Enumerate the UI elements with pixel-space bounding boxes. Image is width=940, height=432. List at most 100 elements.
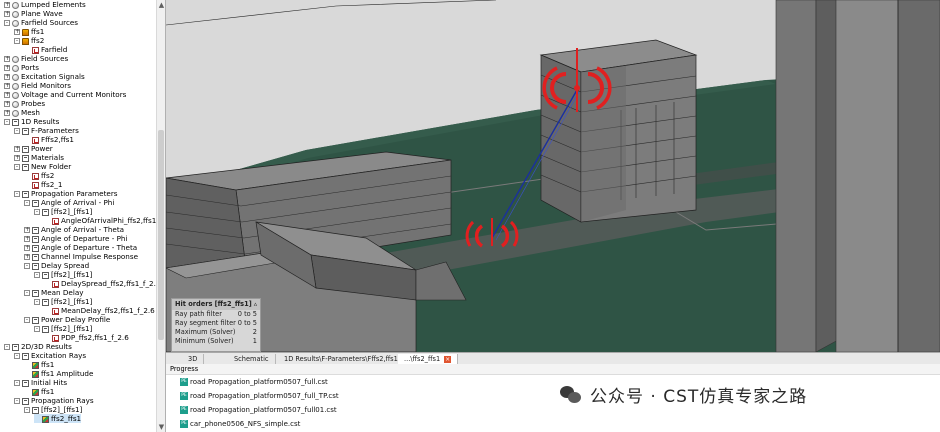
collapse-icon[interactable]: - bbox=[24, 290, 30, 296]
tree-item[interactable]: - [ffs2]_[ffs1] bbox=[34, 324, 92, 333]
tree-item[interactable]: - Propagation Parameters bbox=[14, 189, 118, 198]
tree-item[interactable]: ffs1 bbox=[24, 387, 54, 396]
tree-item[interactable]: ffs1 bbox=[24, 360, 54, 369]
tree-item[interactable]: - Angle of Arrival - Phi bbox=[24, 198, 114, 207]
tree-item[interactable]: + Plane Wave bbox=[4, 9, 63, 18]
expand-icon[interactable]: + bbox=[4, 2, 10, 8]
tree-item[interactable]: + Materials bbox=[14, 153, 64, 162]
collapse-icon[interactable]: - bbox=[24, 200, 30, 206]
tree-item[interactable]: + Ports bbox=[4, 63, 39, 72]
collapse-icon[interactable]: - bbox=[34, 299, 40, 305]
tree-item[interactable]: + Channel Impulse Response bbox=[24, 252, 138, 261]
tree-item[interactable]: DelaySpread_ffs2,ffs1_f_2.6 bbox=[44, 279, 156, 288]
tree-item[interactable]: Farfield bbox=[24, 45, 67, 54]
close-tab-icon[interactable]: × bbox=[444, 355, 452, 363]
expand-icon[interactable]: + bbox=[14, 155, 20, 161]
view-tab[interactable]: ...\ffs2_ffs1 × bbox=[398, 354, 459, 364]
tree-item[interactable]: - [ffs2]_[ffs1] bbox=[34, 297, 92, 306]
expand-icon[interactable]: + bbox=[4, 74, 10, 80]
collapse-icon[interactable]: - bbox=[14, 353, 20, 359]
tree-item[interactable]: - 2D/3D Results bbox=[4, 342, 72, 351]
tree-item[interactable]: + Voltage and Current Monitors bbox=[4, 90, 126, 99]
tree-item[interactable]: + Excitation Signals bbox=[4, 72, 85, 81]
tree-scrollbar[interactable]: ▲ ▼ bbox=[156, 0, 166, 432]
tree-item[interactable]: ffs2_1 bbox=[24, 180, 62, 189]
tree-item[interactable]: ffs2_ffs1 bbox=[34, 414, 82, 423]
collapse-icon[interactable]: - bbox=[14, 38, 20, 44]
scroll-up-arrow-icon[interactable]: ▲ bbox=[158, 1, 165, 9]
progress-item[interactable]: PE road Propagation_platform0507_full.cst bbox=[180, 377, 328, 388]
expand-icon[interactable]: + bbox=[24, 254, 30, 260]
tree-item[interactable]: - 1D Results bbox=[4, 117, 59, 126]
expand-icon[interactable]: + bbox=[4, 65, 10, 71]
tree-item[interactable]: + Angle of Arrival - Theta bbox=[24, 225, 124, 234]
expand-icon[interactable]: + bbox=[24, 245, 30, 251]
tree-item[interactable]: - [ffs2]_[ffs1] bbox=[34, 207, 92, 216]
tree-item[interactable]: ffs2 bbox=[24, 171, 54, 180]
tree-item[interactable]: + Probes bbox=[4, 99, 45, 108]
tree-item[interactable]: AngleOfArrivalPhi_ffs2,ffs1_f_ bbox=[44, 216, 156, 225]
tree-item[interactable]: - F-Parameters bbox=[14, 126, 79, 135]
tree-item[interactable]: - Power Delay Profile bbox=[24, 315, 110, 324]
collapse-icon[interactable]: - bbox=[24, 407, 30, 413]
progress-item[interactable]: PE road Propagation_platform0507_full01.c… bbox=[180, 405, 337, 416]
collapse-icon[interactable]: - bbox=[4, 119, 10, 125]
collapse-icon[interactable]: - bbox=[24, 317, 30, 323]
expand-icon[interactable]: + bbox=[4, 56, 10, 62]
tree-item[interactable]: - Farfield Sources bbox=[4, 18, 78, 27]
tree-item[interactable]: - ffs2 bbox=[14, 36, 44, 45]
collapse-icon[interactable]: - bbox=[14, 128, 20, 134]
scrollbar-thumb[interactable] bbox=[158, 130, 164, 340]
tree-item[interactable]: Fffs2,ffs1 bbox=[24, 135, 74, 144]
expand-icon[interactable]: + bbox=[24, 227, 30, 233]
tree-item[interactable]: ffs1 Amplitude bbox=[24, 369, 93, 378]
tree-item[interactable]: + Lumped Elements bbox=[4, 0, 86, 9]
scroll-down-arrow-icon[interactable]: ▼ bbox=[158, 423, 165, 431]
3d-viewport[interactable] bbox=[166, 0, 940, 352]
progress-item[interactable]: PE car_phone0506_NFS_simple.cst bbox=[180, 419, 300, 430]
view-tab[interactable]: Schematic bbox=[228, 354, 276, 364]
tree-item[interactable]: - Propagation Rays bbox=[14, 396, 94, 405]
progress-item[interactable]: PE road Propagation_platform0507_full_TP.… bbox=[180, 391, 339, 402]
collapse-icon[interactable]: - bbox=[4, 344, 10, 350]
tree-item[interactable]: - Delay Spread bbox=[24, 261, 89, 270]
expand-icon[interactable]: + bbox=[14, 146, 20, 152]
collapse-icon[interactable]: - bbox=[14, 191, 20, 197]
hit-orders-panel[interactable]: Hit orders [ffs2_ffs1] ▵ Ray path filter… bbox=[171, 298, 261, 352]
tree-item-label: Farfield bbox=[41, 45, 68, 54]
tree-item[interactable]: - [ffs2]_[ffs1] bbox=[24, 405, 82, 414]
tree-item[interactable]: + Angle of Departure - Phi bbox=[24, 234, 127, 243]
collapse-icon[interactable]: - bbox=[34, 272, 40, 278]
collapse-icon[interactable]: - bbox=[14, 380, 20, 386]
collapse-icon[interactable]: - bbox=[34, 326, 40, 332]
expand-icon[interactable]: + bbox=[4, 92, 10, 98]
tree-item[interactable]: + Mesh bbox=[4, 108, 40, 117]
tree-item[interactable]: + Field Monitors bbox=[4, 81, 71, 90]
tree-item[interactable]: - Mean Delay bbox=[24, 288, 83, 297]
tree-item[interactable]: + Power bbox=[14, 144, 53, 153]
tree-item[interactable]: + ffs1 bbox=[14, 27, 44, 36]
expand-icon[interactable]: + bbox=[4, 11, 10, 17]
expand-icon[interactable]: + bbox=[4, 110, 10, 116]
tree-item[interactable]: PDP_ffs2,ffs1_f_2.6 bbox=[44, 333, 129, 342]
collapse-icon[interactable]: - bbox=[24, 263, 30, 269]
expand-icon[interactable]: + bbox=[4, 83, 10, 89]
tree-item[interactable]: + Field Sources bbox=[4, 54, 68, 63]
tree-item[interactable]: - [ffs2]_[ffs1] bbox=[34, 270, 92, 279]
collapse-icon[interactable]: - bbox=[14, 398, 20, 404]
collapse-icon[interactable]: - bbox=[14, 164, 20, 170]
expand-icon[interactable]: + bbox=[4, 101, 10, 107]
tree-item[interactable]: + Angle of Departure - Theta bbox=[24, 243, 137, 252]
tree-item[interactable]: - Excitation Rays bbox=[14, 351, 86, 360]
collapse-caret-icon[interactable]: ▵ bbox=[254, 300, 257, 309]
view-tab[interactable]: 3D bbox=[182, 354, 205, 364]
collapse-icon[interactable]: - bbox=[4, 20, 10, 26]
tree-item[interactable]: MeanDelay_ffs2,ffs1_f_2.6 bbox=[44, 306, 155, 315]
navigation-tree[interactable]: + Lumped Elements + Plane Wave - Farfield Sou… bbox=[0, 0, 156, 432]
view-tab[interactable]: 1D Results\F-Parameters\Fffs2,ffs1× bbox=[278, 354, 416, 364]
tree-item[interactable]: - Initial Hits bbox=[14, 378, 67, 387]
tree-item[interactable]: - New Folder bbox=[14, 162, 71, 171]
expand-icon[interactable]: + bbox=[24, 236, 30, 242]
expand-icon[interactable]: + bbox=[14, 29, 20, 35]
collapse-icon[interactable]: - bbox=[34, 209, 40, 215]
